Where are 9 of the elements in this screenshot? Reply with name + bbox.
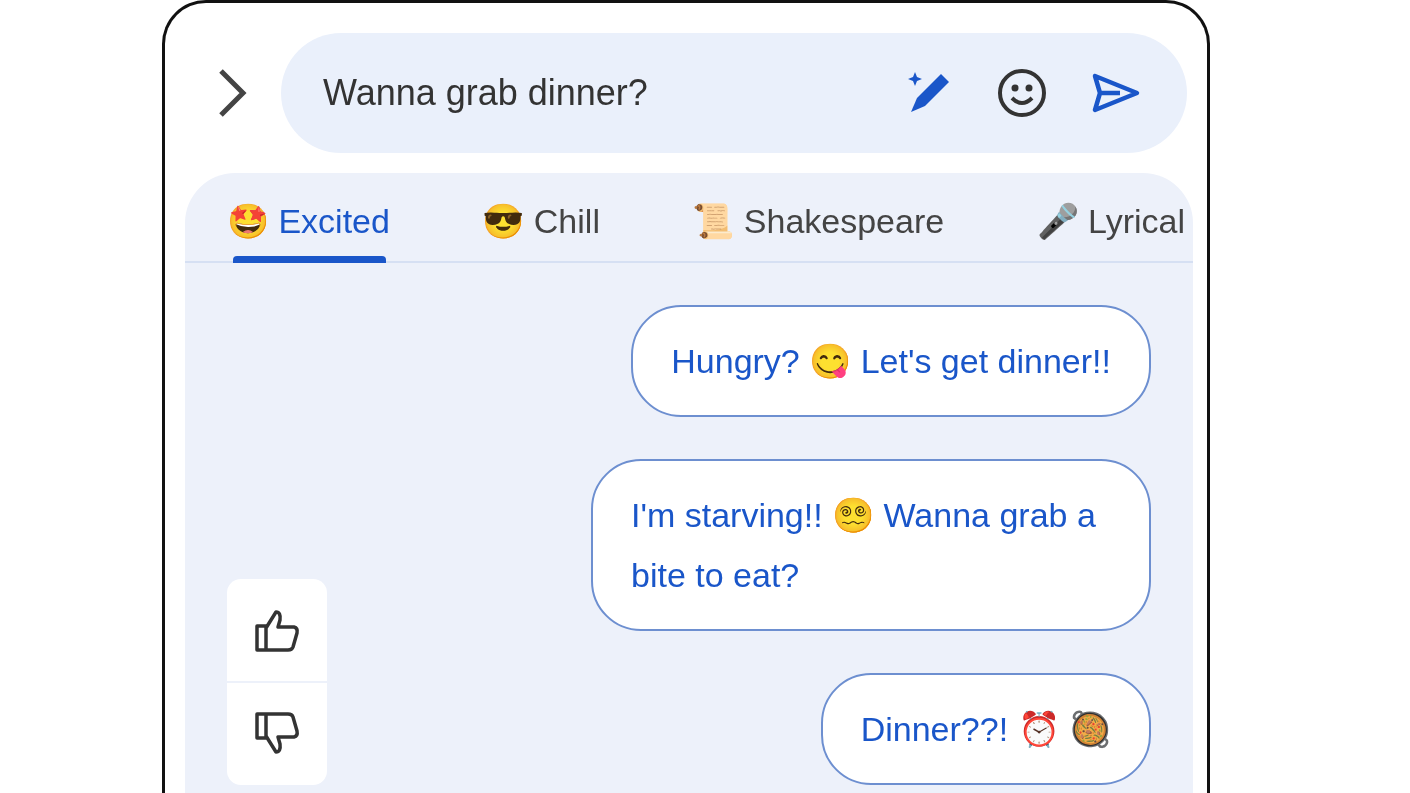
tone-tab[interactable]: 🤩 Excited <box>227 173 390 261</box>
suggested-reply[interactable]: Hungry? 😋 Let's get dinner!! <box>631 305 1151 417</box>
tone-tab[interactable]: 🎤 Lyrical <box>1036 173 1185 261</box>
suggested-reply[interactable]: I'm starving!! 😵‍💫 Wanna grab a bite to eat? <box>591 459 1151 631</box>
message-field[interactable]: Wanna grab dinner? <box>323 72 861 114</box>
suggested-reply[interactable]: Dinner??! ⏰ 🥘 <box>820 673 1151 785</box>
tone-tab[interactable]: 😎 Chill <box>482 173 600 261</box>
tone-tab[interactable]: 📜 Shakespeare <box>692 173 945 261</box>
emoji-icon[interactable] <box>995 66 1049 120</box>
